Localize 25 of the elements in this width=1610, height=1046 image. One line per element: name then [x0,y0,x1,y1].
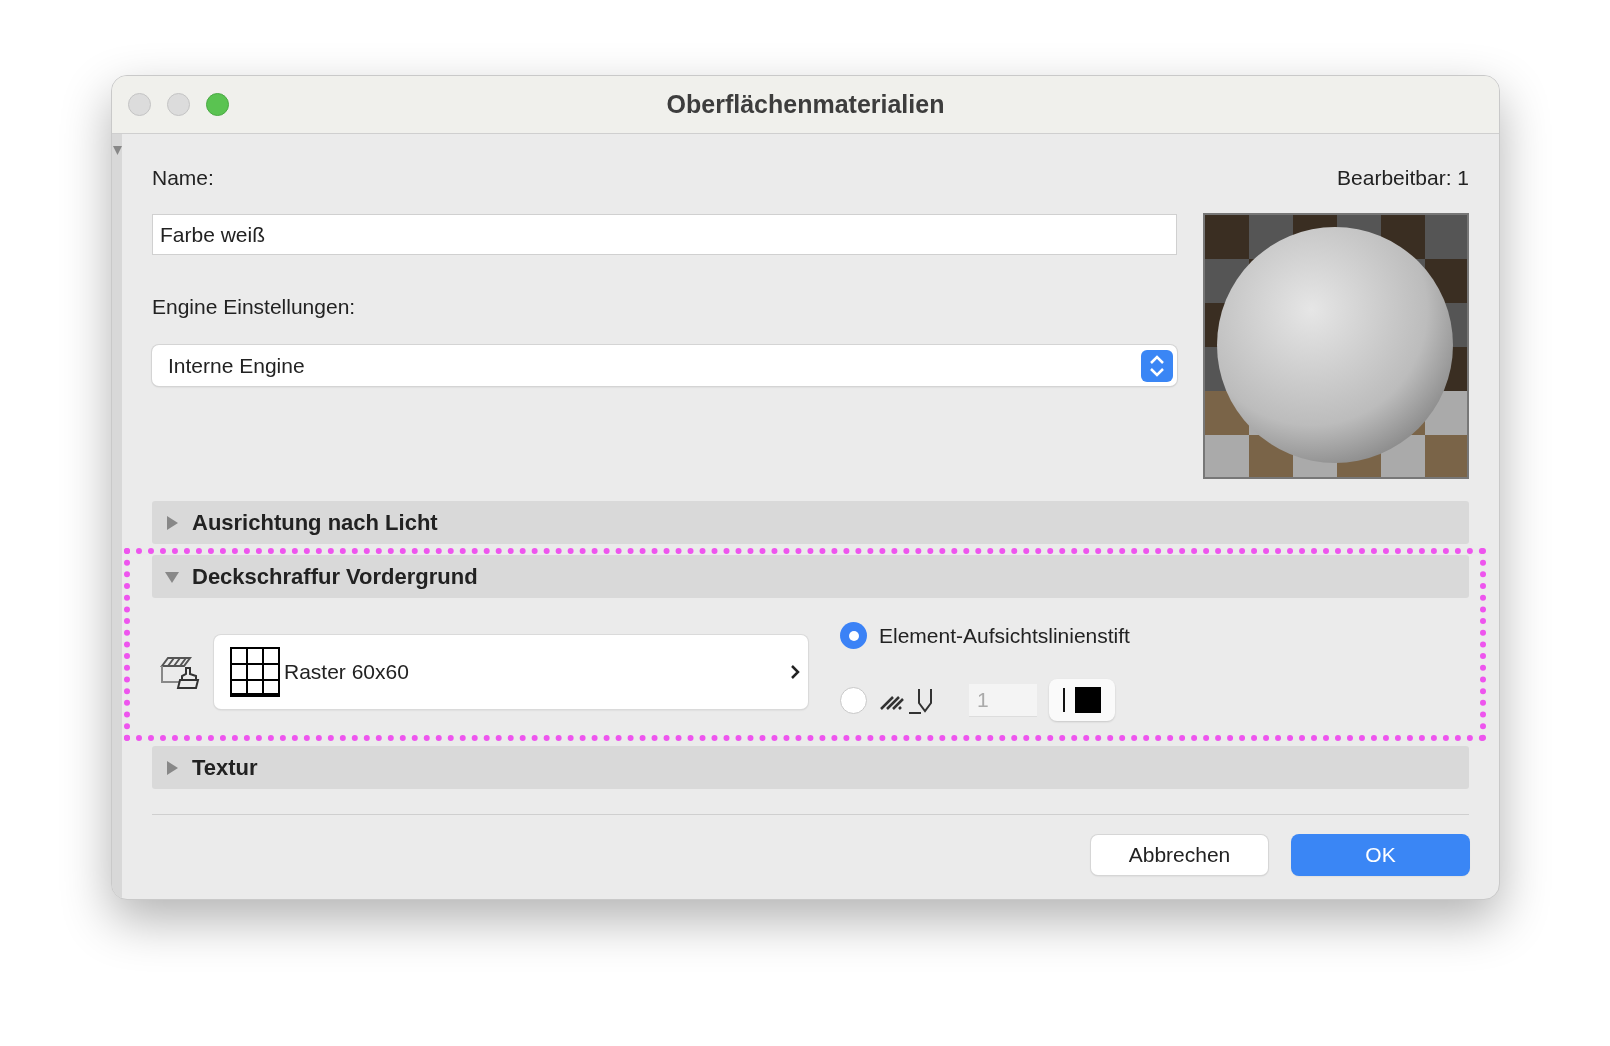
option-label: Element-Aufsichtslinienstift [879,623,1130,648]
stepper-icon [1141,349,1173,382]
close-button[interactable] [128,93,151,116]
cancel-button[interactable]: Abbrechen [1091,835,1268,875]
pen-color-button[interactable] [1049,679,1115,721]
radio-button[interactable] [840,622,867,649]
collapse-triangle-icon[interactable] [113,146,122,155]
grid-pattern-icon [230,646,280,697]
zoom-button[interactable] [206,93,229,116]
radio-button[interactable] [840,686,867,714]
engine-select[interactable]: Interne Engine [152,345,1177,386]
ok-button[interactable]: OK [1292,835,1469,875]
section-header[interactable]: Deckschraffur Vordergrund [152,555,1469,598]
name-label: Name: [152,166,215,190]
disclosure-triangle-icon [164,514,180,531]
fill-picker-button[interactable]: Raster 60x60 [214,634,808,709]
minimize-button[interactable] [167,93,190,116]
engine-label: Engine Einstellungen: [152,295,357,319]
section-header[interactable]: Ausrichtung nach Licht [152,501,1469,544]
section-header[interactable]: Textur [152,746,1469,789]
disclosure-triangle-icon [164,759,180,776]
name-field[interactable]: Farbe weiß [152,214,1177,255]
chevron-right-icon [790,663,800,680]
editable-count: Bearbeitbar: 1 [1337,166,1469,190]
window-title: Oberflächenmaterialien [666,90,945,118]
